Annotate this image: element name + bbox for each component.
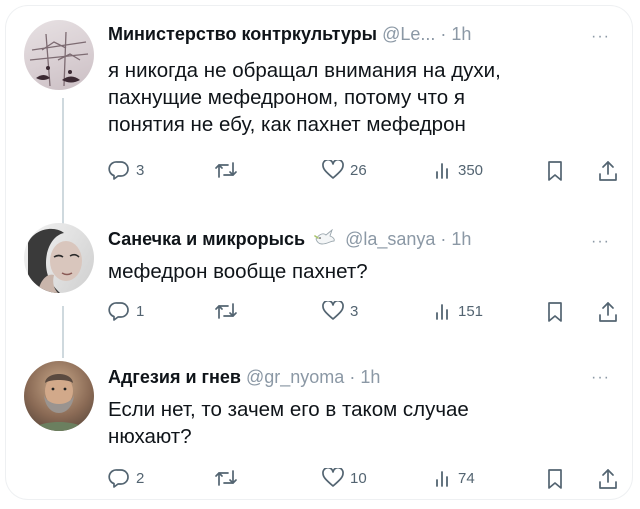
like-icon <box>322 301 344 320</box>
share-icon <box>599 161 617 181</box>
share-button[interactable] <box>598 468 618 490</box>
tweet-text: мефедрон вообще пахнет? <box>108 258 588 285</box>
like-icon <box>322 468 344 487</box>
reply-button[interactable]: 3 <box>108 160 144 180</box>
author-name[interactable]: Санечка и микрорысь <box>108 229 305 249</box>
tweet-header: Адгезия и гнев @gr_nyoma · 1h <box>108 367 380 388</box>
reply-icon <box>108 161 129 180</box>
tweet-header: Министерство контркультуры @Le... · 1h <box>108 24 471 45</box>
views-count: 74 <box>458 469 475 487</box>
share-icon <box>599 302 617 322</box>
views-button[interactable]: 74 <box>434 468 475 488</box>
like-button[interactable]: 3 <box>322 301 358 321</box>
like-count: 10 <box>350 469 367 487</box>
views-icon <box>436 304 448 320</box>
like-button[interactable]: 26 <box>322 160 367 180</box>
repost-button[interactable] <box>214 301 244 321</box>
more-options-icon[interactable]: ··· <box>591 369 610 387</box>
reply-count: 1 <box>136 302 145 320</box>
avatar[interactable] <box>24 361 94 431</box>
tweet-text-line: понятия не ебу, как пахнет мефедрон <box>108 113 466 136</box>
views-icon <box>436 163 448 179</box>
share-icon <box>599 469 617 489</box>
tweet-actions: 3 26 350 <box>108 160 628 186</box>
repost-button[interactable] <box>214 160 244 180</box>
author-handle[interactable]: @gr_nyoma <box>246 367 344 387</box>
avatar[interactable] <box>24 20 94 90</box>
avatar[interactable] <box>24 223 94 293</box>
bookmark-button[interactable] <box>546 468 564 490</box>
tweet-text: я никогда не обращал внимания на духи, п… <box>108 57 588 138</box>
tweet-actions: 1 3 151 <box>108 301 628 327</box>
like-button[interactable]: 10 <box>322 468 367 488</box>
author-handle[interactable]: @la_sanya <box>345 229 435 249</box>
dove-emoji-icon <box>314 228 335 245</box>
views-count: 151 <box>458 302 484 320</box>
tweet-text-line: Если нет, то зачем его в таком случае <box>108 398 469 421</box>
tweet-actions: 2 10 74 <box>108 468 628 494</box>
reply-count: 3 <box>136 161 145 179</box>
views-button[interactable]: 151 <box>434 301 483 321</box>
reply-icon <box>108 302 129 321</box>
more-options-icon[interactable]: ··· <box>591 28 610 46</box>
author-name[interactable]: Адгезия и гнев <box>108 367 241 387</box>
views-icon <box>436 471 448 487</box>
like-count: 3 <box>350 302 359 320</box>
tweet-text-line: нюхают? <box>108 425 192 448</box>
tweet-time[interactable]: · 1h <box>349 367 380 387</box>
like-icon <box>322 160 344 179</box>
more-options-icon[interactable]: ··· <box>591 233 610 251</box>
tweet-text-line: пахнущие мефедроном, потому что я <box>108 86 465 109</box>
repost-button[interactable] <box>214 468 244 488</box>
reply-button[interactable]: 2 <box>108 468 144 488</box>
thread-card: Министерство контркультуры @Le... · 1h ·… <box>6 6 632 499</box>
reply-button[interactable]: 1 <box>108 301 144 321</box>
reply-count: 2 <box>136 469 145 487</box>
like-count: 26 <box>350 161 367 179</box>
share-button[interactable] <box>598 301 618 323</box>
tweet-time[interactable]: · 1h <box>440 24 471 44</box>
bookmark-icon <box>548 469 562 489</box>
tweet-text-line: мефедрон вообще пахнет? <box>108 260 368 283</box>
bookmark-icon <box>548 161 562 181</box>
repost-icon <box>215 470 237 486</box>
tweet-time[interactable]: · 1h <box>440 229 471 249</box>
repost-icon <box>215 162 237 178</box>
tweet-text: Если нет, то зачем его в таком случае ню… <box>108 396 588 450</box>
repost-icon <box>215 303 237 319</box>
author-handle[interactable]: @Le... <box>382 24 435 44</box>
share-button[interactable] <box>598 160 618 182</box>
tweet-text-line: я никогда не обращал внимания на духи, <box>108 59 501 82</box>
bookmark-button[interactable] <box>546 160 564 182</box>
views-button[interactable]: 350 <box>434 160 483 180</box>
author-name[interactable]: Министерство контркультуры <box>108 24 377 44</box>
views-count: 350 <box>458 161 484 179</box>
tweet-header: Санечка и микрорысь @la_sanya · 1h <box>108 228 471 250</box>
tweet[interactable]: Санечка и микрорысь @la_sanya · 1h ··· м… <box>6 211 632 331</box>
bookmark-icon <box>548 302 562 322</box>
reply-icon <box>108 469 129 488</box>
tweet[interactable]: Адгезия и гнев @gr_nyoma · 1h ··· Если н… <box>6 351 632 496</box>
tweet[interactable]: Министерство контркультуры @Le... · 1h ·… <box>6 6 632 196</box>
bookmark-button[interactable] <box>546 301 564 323</box>
